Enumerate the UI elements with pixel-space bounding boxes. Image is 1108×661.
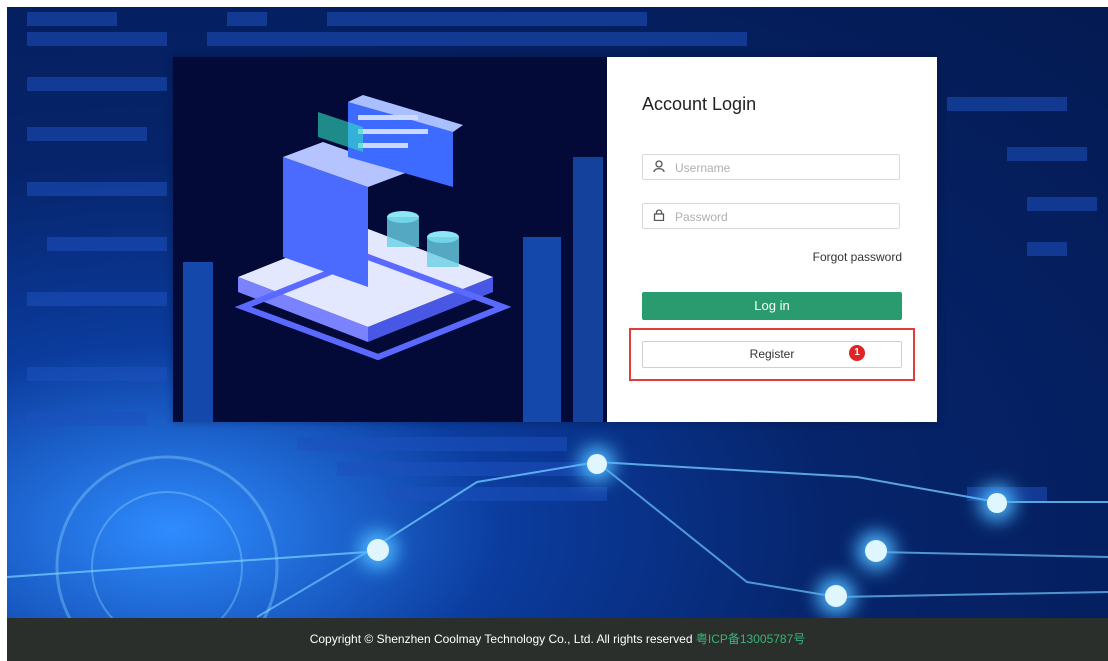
password-input[interactable] [673,204,897,230]
user-icon [653,160,667,174]
username-field[interactable] [642,154,900,181]
register-badge: 1 [849,345,865,361]
page-title: Account Login [642,94,757,114]
server-illustration [173,57,607,422]
background: Account Login Forgot password Log in Reg… [7,7,1108,661]
icp-link[interactable]: 粤ICP备13005787号 [696,632,805,646]
login-card: Account Login Forgot password Log in Reg… [173,57,937,422]
username-input[interactable] [673,155,897,181]
copyright-text: Copyright © Shenzhen Coolmay Technology … [309,632,693,646]
footer: Copyright © Shenzhen Coolmay Technology … [7,618,1108,661]
login-form: Account Login Forgot password Log in Reg… [607,57,937,422]
illustration [173,57,607,422]
login-button[interactable]: Log in [642,292,902,320]
lock-icon [653,209,667,223]
forgot-password-link[interactable]: Forgot password [813,250,902,264]
password-field[interactable] [642,203,900,230]
